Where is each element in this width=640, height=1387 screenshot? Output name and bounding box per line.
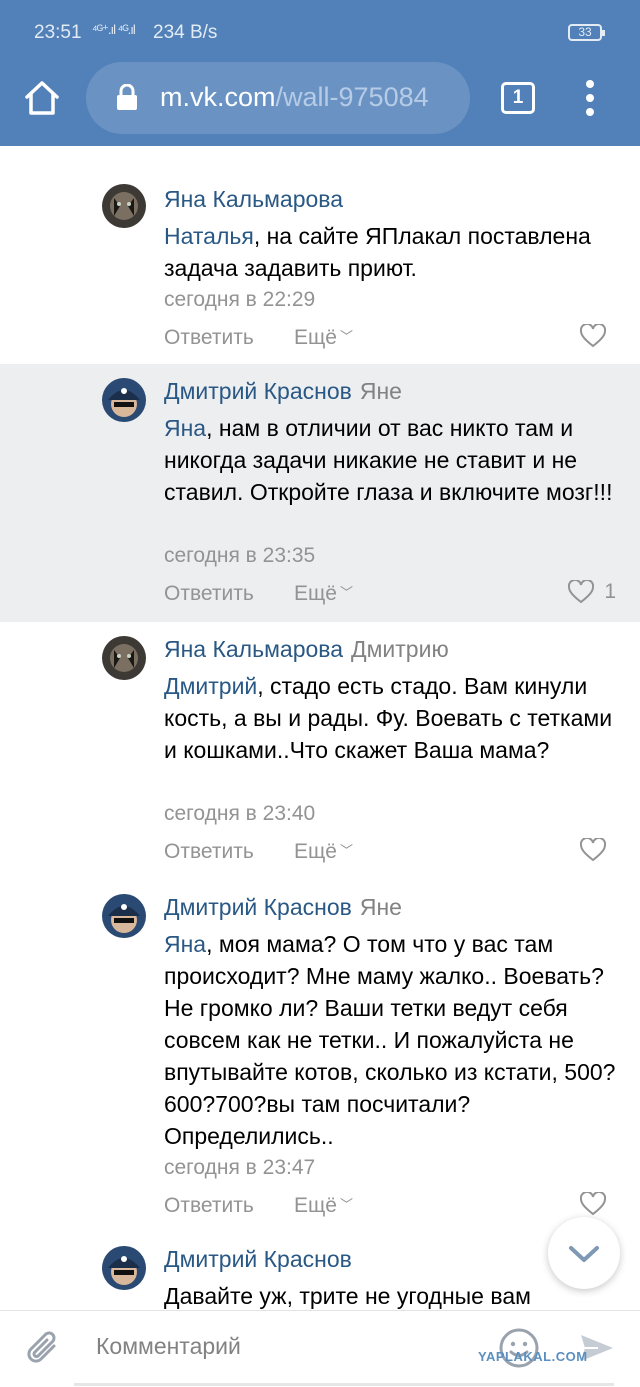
- more-label: Ещё: [294, 582, 337, 605]
- like-button[interactable]: 1: [568, 580, 616, 604]
- signal-icon: ⁴ᴳ⁺.ıl ⁴ᴳ.ıl: [92, 22, 136, 37]
- like-button[interactable]: [580, 838, 616, 862]
- avatar[interactable]: [102, 894, 146, 938]
- author-name[interactable]: Дмитрий Краснов: [164, 1246, 352, 1272]
- comment-author[interactable]: Дмитрий Краснов: [164, 1246, 352, 1273]
- comment-body: , нам в отличии от вас никто там и никог…: [164, 415, 613, 505]
- more-label: Ещё: [294, 840, 337, 863]
- avatar[interactable]: [102, 1246, 146, 1290]
- comment-author[interactable]: Яна Кальмарова Дмитрию: [164, 636, 449, 663]
- heart-icon: [580, 324, 606, 348]
- battery-icon: 33: [568, 24, 605, 41]
- comment-body: , моя мама? О том что у вас там происход…: [164, 931, 616, 1149]
- chevron-down-icon: ﹀: [339, 585, 353, 600]
- more-button[interactable]: Ещё ﹀: [294, 840, 353, 864]
- comment-body: Давайте уж, трите не угодные вам: [164, 1283, 531, 1309]
- overflow-menu-icon[interactable]: [578, 78, 602, 118]
- status-time: 23:51: [34, 22, 82, 43]
- tabs-count-button[interactable]: 1: [501, 82, 535, 114]
- author-name[interactable]: Дмитрий Краснов: [164, 378, 352, 404]
- comment-text: Наталья, на сайте ЯПлакал поставлена зад…: [164, 220, 624, 284]
- comment-date[interactable]: сегодня в 23:40: [164, 802, 315, 826]
- comment-text: Яна, нам в отличии от вас никто там и ни…: [164, 412, 624, 508]
- home-icon[interactable]: [18, 74, 66, 122]
- comment-date[interactable]: сегодня в 23:35: [164, 544, 315, 568]
- more-button[interactable]: Ещё ﹀: [294, 1194, 353, 1218]
- like-count: 1: [604, 580, 616, 603]
- reply-button[interactable]: Ответить: [164, 582, 254, 605]
- more-label: Ещё: [294, 326, 337, 349]
- comments-feed[interactable]: Яна Кальмарова Наталья, на сайте ЯПлакал…: [0, 146, 640, 1310]
- comment-text: Дмитрий, стадо есть стадо. Вам кинули ко…: [164, 670, 624, 766]
- status-bar: 23:51 ⁴ᴳ⁺.ıl ⁴ᴳ.ıl 234 B/s 33: [0, 0, 640, 62]
- network-speed: 234 B/s: [153, 22, 218, 43]
- more-button[interactable]: Ещё ﹀: [294, 582, 353, 606]
- comment-item: Дмитрий Краснов Яне Яна, нам в отличии от…: [0, 364, 640, 622]
- more-button[interactable]: Ещё ﹀: [294, 326, 353, 350]
- author-name[interactable]: Яна Кальмарова: [164, 636, 343, 662]
- comment-composer: Комментарий YAPLAKAL.COM: [0, 1310, 640, 1387]
- like-button[interactable]: [580, 1192, 616, 1216]
- comment-item: Дмитрий Краснов Давайте уж, трите не уго…: [0, 1232, 640, 1310]
- heart-icon: [580, 838, 606, 862]
- comment-date[interactable]: сегодня в 22:29: [164, 288, 315, 312]
- reply-to-label[interactable]: Яне: [360, 378, 402, 404]
- comment-actions: Ответить Ещё ﹀: [164, 1194, 353, 1218]
- comment-actions: Ответить Ещё ﹀: [164, 840, 353, 864]
- comment-date[interactable]: сегодня в 23:47: [164, 1156, 315, 1180]
- more-label: Ещё: [294, 1194, 337, 1217]
- mention-link[interactable]: Наталья: [164, 223, 254, 249]
- comment-actions: Ответить Ещё ﹀: [164, 326, 353, 350]
- author-name[interactable]: Дмитрий Краснов: [164, 894, 352, 920]
- mention-link[interactable]: Дмитрий: [164, 673, 257, 699]
- like-button[interactable]: [580, 324, 616, 348]
- chevron-down-icon: ﹀: [339, 843, 353, 858]
- reply-button[interactable]: Ответить: [164, 1194, 254, 1217]
- reply-button[interactable]: Ответить: [164, 840, 254, 863]
- comment-item: Яна Кальмарова Дмитрию Дмитрий, стадо ест…: [0, 622, 640, 880]
- mention-link[interactable]: Яна: [164, 415, 206, 441]
- mention-link[interactable]: Яна: [164, 931, 206, 957]
- chevron-down-icon: ﹀: [339, 329, 353, 344]
- lock-icon: [116, 83, 138, 110]
- reply-to-label[interactable]: Дмитрию: [351, 636, 449, 662]
- avatar[interactable]: [102, 378, 146, 422]
- reply-to-label[interactable]: Яне: [360, 894, 402, 920]
- comment-author[interactable]: Яна Кальмарова: [164, 186, 343, 213]
- paperclip-icon[interactable]: [24, 1329, 64, 1369]
- address-bar[interactable]: m.vk.com/wall-975084: [86, 62, 470, 134]
- url-text[interactable]: m.vk.com/wall-975084: [160, 82, 458, 113]
- comment-input[interactable]: Комментарий: [96, 1333, 241, 1360]
- url-host: m.vk.com: [160, 82, 276, 112]
- url-path: /wall-975084: [275, 82, 429, 112]
- author-name[interactable]: Яна Кальмарова: [164, 186, 343, 212]
- avatar[interactable]: [102, 636, 146, 680]
- chevron-down-icon: ﹀: [339, 1197, 353, 1212]
- comment-text: Яна, моя мама? О том что у вас там проис…: [164, 928, 624, 1152]
- comment-author[interactable]: Дмитрий Краснов Яне: [164, 378, 402, 405]
- avatar[interactable]: [102, 184, 146, 228]
- heart-icon: [580, 1192, 606, 1216]
- nav-gesture-bar: [74, 1383, 614, 1386]
- comment-author[interactable]: Дмитрий Краснов Яне: [164, 894, 402, 921]
- heart-icon: [568, 580, 595, 604]
- watermark: YAPLAKAL.COM: [478, 1349, 588, 1364]
- scroll-down-button[interactable]: [548, 1217, 620, 1289]
- reply-button[interactable]: Ответить: [164, 326, 254, 349]
- comment-item: Яна Кальмарова Наталья, на сайте ЯПлакал…: [0, 146, 640, 364]
- comment-item: Дмитрий Краснов Яне Яна, моя мама? О том …: [0, 880, 640, 1232]
- chevron-down-icon: [569, 1246, 599, 1262]
- browser-header: 23:51 ⁴ᴳ⁺.ıl ⁴ᴳ.ıl 234 B/s 33 m.vk.com/w…: [0, 0, 640, 146]
- comment-actions: Ответить Ещё ﹀: [164, 582, 353, 606]
